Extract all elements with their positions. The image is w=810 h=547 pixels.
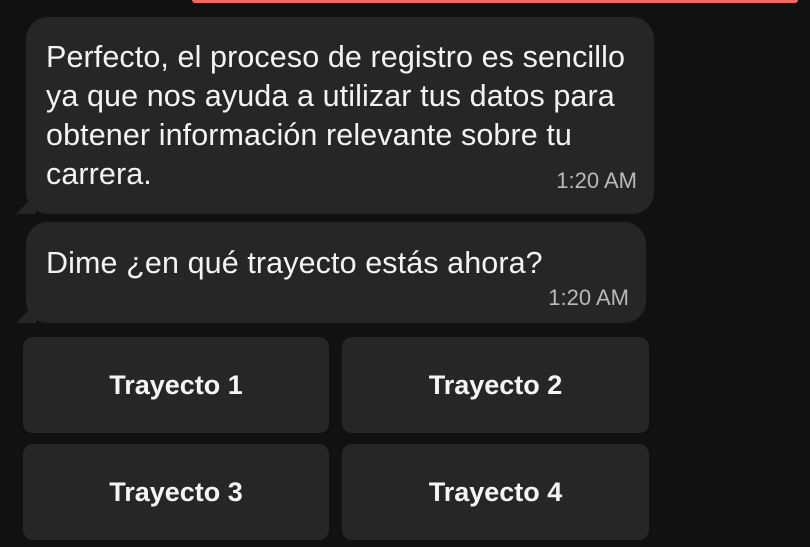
message-timestamp: 1:20 AM (548, 285, 629, 310)
chat-screen: Perfecto, el proceso de registro es senc… (0, 0, 810, 547)
message-bubble: Dime ¿en qué trayecto estás ahora? 1:20 … (16, 222, 646, 323)
quick-reply-button-trayecto-1[interactable]: Trayecto 1 (23, 337, 329, 433)
bubble-tail (16, 194, 36, 214)
quick-reply-button-trayecto-4[interactable]: Trayecto 4 (342, 444, 649, 540)
message-timestamp: 1:20 AM (556, 168, 637, 193)
bubble-tail (16, 303, 36, 323)
message-bubble: Perfecto, el proceso de registro es senc… (16, 17, 654, 214)
top-accent-bar (192, 0, 798, 3)
message-text: Dime ¿en qué trayecto estás ahora? (46, 246, 543, 280)
quick-reply-button-trayecto-3[interactable]: Trayecto 3 (23, 444, 329, 540)
quick-reply-button-trayecto-2[interactable]: Trayecto 2 (342, 337, 649, 433)
